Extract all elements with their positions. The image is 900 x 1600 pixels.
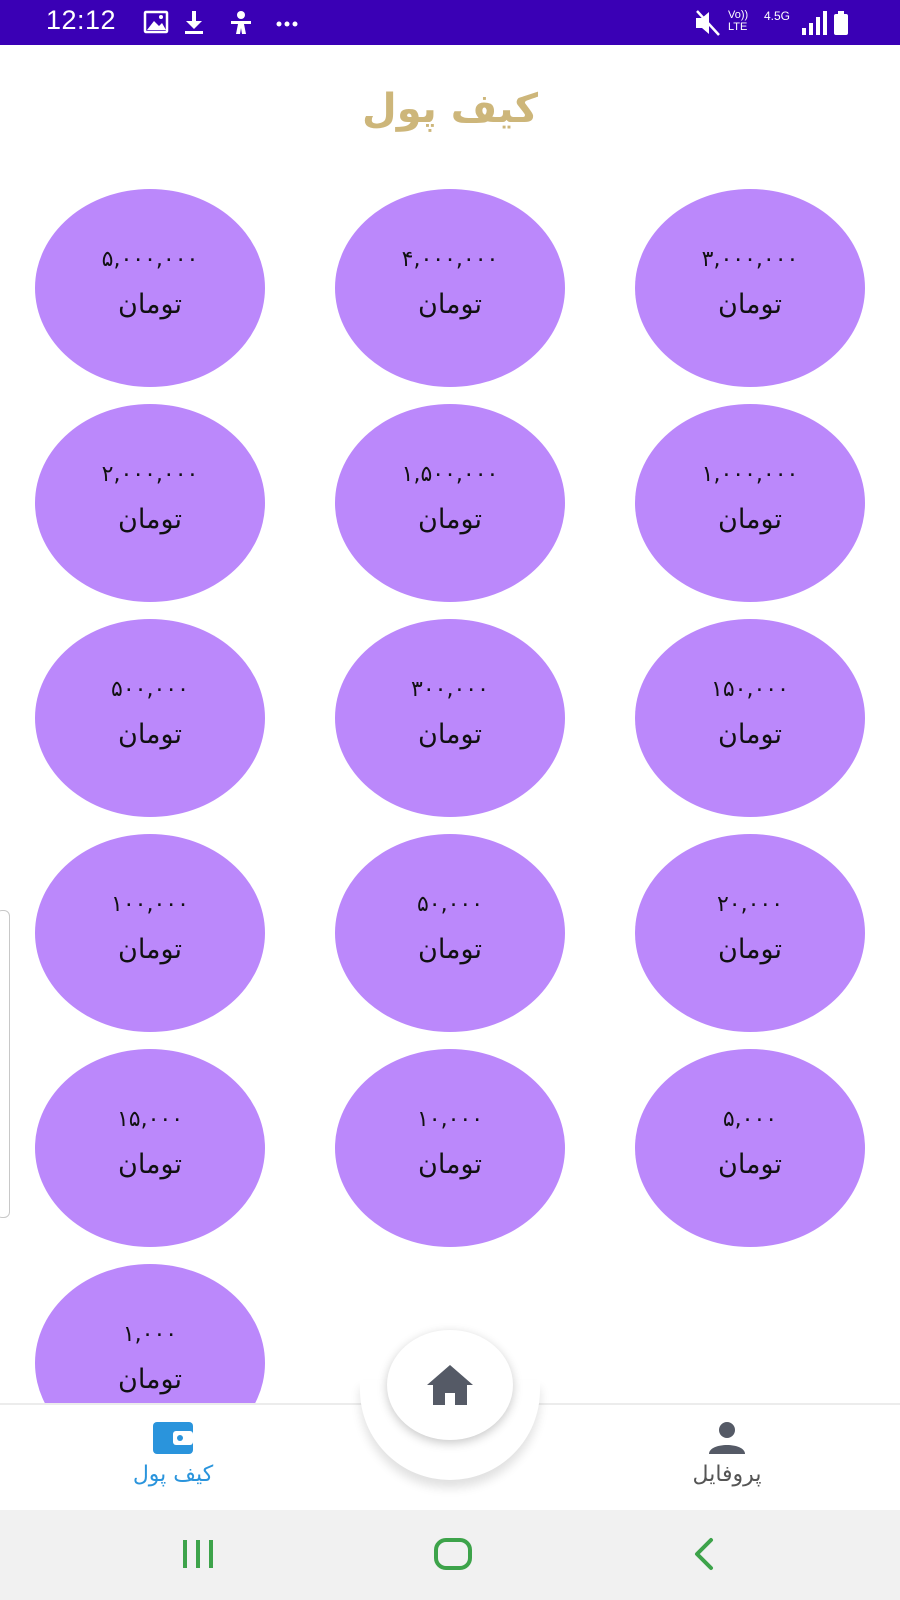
nav-item-wallet[interactable]: کیف پول: [93, 1420, 253, 1487]
amount-option[interactable]: ۱,۰۰۰,۰۰۰ تومان: [635, 404, 865, 602]
home-pill-icon[interactable]: [433, 1537, 473, 1571]
amount-value: ۵,۰۰۰: [722, 1107, 778, 1132]
amount-option[interactable]: ۱۵۰,۰۰۰ تومان: [635, 619, 865, 817]
amount-currency: تومان: [118, 719, 182, 750]
amount-option[interactable]: ۱,۰۰۰ تومان: [35, 1264, 265, 1403]
nav-item-profile[interactable]: پروفایل: [647, 1420, 807, 1487]
amount-currency: تومان: [118, 1149, 182, 1180]
amount-option[interactable]: ۵,۰۰۰,۰۰۰ تومان: [35, 189, 265, 387]
amount-value: ۵۰۰,۰۰۰: [111, 677, 189, 702]
amount-option[interactable]: ۲,۰۰۰,۰۰۰ تومان: [35, 404, 265, 602]
download-icon: [185, 11, 203, 34]
back-icon[interactable]: [691, 1537, 717, 1571]
amount-value: ۲۰,۰۰۰: [716, 892, 784, 917]
amount-option[interactable]: ۱۵,۰۰۰ تومان: [35, 1049, 265, 1247]
page-title: کیف پول: [362, 86, 538, 132]
battery-icon: [834, 11, 848, 35]
amount-option[interactable]: ۱۰۰,۰۰۰ تومان: [35, 834, 265, 1032]
amount-currency: تومان: [718, 504, 782, 535]
volte-icon: Vo)) LTE: [728, 9, 749, 33]
mute-icon: [696, 10, 720, 36]
amount-value: ۱۰۰,۰۰۰: [111, 892, 189, 917]
amount-value: ۱,۰۰۰: [122, 1322, 178, 1347]
more-dots-icon: [276, 21, 298, 27]
amount-option[interactable]: ۵۰۰,۰۰۰ تومان: [35, 619, 265, 817]
recents-icon[interactable]: [181, 1538, 217, 1570]
amount-value: ۳,۰۰۰,۰۰۰: [701, 247, 799, 272]
amount-currency: تومان: [118, 934, 182, 965]
amount-currency: تومان: [118, 1364, 182, 1395]
amount-value: ۵۰,۰۰۰: [416, 892, 484, 917]
person-icon: [709, 1422, 745, 1454]
amount-currency: تومان: [418, 719, 482, 750]
home-icon: [427, 1365, 473, 1405]
status-bar: 12:12 Vo)) LTE 4.5G: [0, 0, 900, 45]
amount-grid: ۵,۰۰۰,۰۰۰ تومان ۴,۰۰۰,۰۰۰ تومان ۳,۰۰۰,۰۰۰ توم…: [35, 189, 865, 1403]
amount-currency: تومان: [418, 504, 482, 535]
amount-value: ۵,۰۰۰,۰۰۰: [101, 247, 199, 272]
amount-currency: تومان: [418, 289, 482, 320]
amount-currency: تومان: [718, 719, 782, 750]
accessibility-icon: [231, 11, 251, 34]
amount-value: ۱۵,۰۰۰: [116, 1107, 184, 1132]
amount-option[interactable]: ۱۰,۰۰۰ تومان: [335, 1049, 565, 1247]
amount-currency: تومان: [418, 934, 482, 965]
nav-profile-label: پروفایل: [692, 1462, 762, 1487]
signal-icon: [802, 11, 827, 35]
status-time: 12:12: [46, 5, 117, 35]
wallet-icon: [153, 1422, 193, 1454]
amount-currency: تومان: [418, 1149, 482, 1180]
amount-value: ۱,۰۰۰,۰۰۰: [701, 462, 799, 487]
amount-currency: تومان: [118, 289, 182, 320]
amount-currency: تومان: [718, 289, 782, 320]
amount-value: ۴,۰۰۰,۰۰۰: [401, 247, 499, 272]
amount-option[interactable]: ۵,۰۰۰ تومان: [635, 1049, 865, 1247]
amount-value: ۱,۵۰۰,۰۰۰: [401, 462, 499, 487]
amount-currency: تومان: [718, 1149, 782, 1180]
data-4-5g-icon: 4.5G: [764, 9, 791, 23]
status-left-icons: [143, 10, 298, 34]
amount-value: ۲,۰۰۰,۰۰۰: [101, 462, 199, 487]
amount-option[interactable]: ۴,۰۰۰,۰۰۰ تومان: [335, 189, 565, 387]
amount-option[interactable]: ۱,۵۰۰,۰۰۰ تومان: [335, 404, 565, 602]
home-button[interactable]: [387, 1330, 513, 1440]
amount-option[interactable]: ۳,۰۰۰,۰۰۰ تومان: [635, 189, 865, 387]
amount-option[interactable]: ۵۰,۰۰۰ تومان: [335, 834, 565, 1032]
amount-currency: تومان: [118, 504, 182, 535]
amount-option[interactable]: ۲۰,۰۰۰ تومان: [635, 834, 865, 1032]
system-nav-bar: [0, 1510, 900, 1600]
amount-value: ۱۰,۰۰۰: [416, 1107, 484, 1132]
image-icon: [143, 10, 169, 34]
side-panel-handle[interactable]: [0, 910, 10, 1218]
amount-value: ۳۰۰,۰۰۰: [411, 677, 489, 702]
amount-value: ۱۵۰,۰۰۰: [711, 677, 789, 702]
nav-wallet-label: کیف پول: [132, 1462, 214, 1487]
amount-currency: تومان: [718, 934, 782, 965]
amount-option[interactable]: ۳۰۰,۰۰۰ تومان: [335, 619, 565, 817]
